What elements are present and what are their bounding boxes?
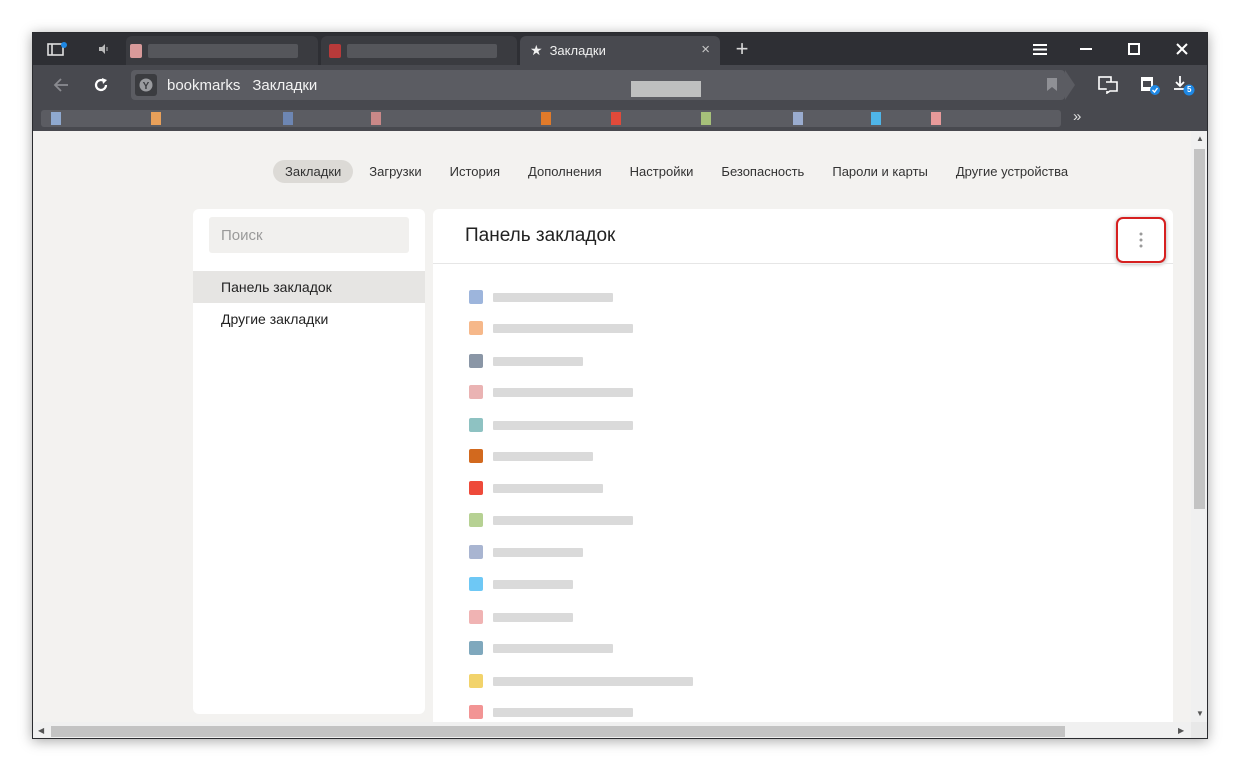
list-item[interactable] xyxy=(469,703,649,721)
list-item[interactable] xyxy=(469,383,649,401)
browser-window: ★ Закладки × + Y bookmarks Закладки 5 » … xyxy=(32,32,1208,739)
scroll-right-icon[interactable]: ▶ xyxy=(1178,726,1184,735)
toolbar: Y bookmarks Закладки 5 xyxy=(33,65,1207,105)
more-vertical-icon xyxy=(1139,232,1143,248)
bookmarks-overflow-button[interactable]: » xyxy=(1073,108,1081,125)
bookmark-chip[interactable] xyxy=(931,112,941,125)
tab-extensions[interactable]: Дополнения xyxy=(516,160,614,183)
folders-sidebar: Панель закладок Другие закладки xyxy=(193,209,425,714)
bookmark-chip[interactable] xyxy=(371,112,381,125)
horizontal-scroll-thumb[interactable] xyxy=(51,726,1065,737)
vertical-scroll-thumb[interactable] xyxy=(1194,149,1205,509)
bookmark-chip[interactable] xyxy=(871,112,881,125)
page-title: Панель закладок xyxy=(465,225,616,246)
tab-security[interactable]: Безопасность xyxy=(709,160,816,183)
downloads-count-badge: 5 xyxy=(1187,85,1192,94)
more-options-button[interactable] xyxy=(1116,217,1166,263)
list-item[interactable] xyxy=(469,672,709,690)
list-item[interactable] xyxy=(469,511,649,529)
address-bar-arrow xyxy=(1065,70,1075,100)
list-item[interactable] xyxy=(469,416,649,434)
yandex-logo-icon: Y xyxy=(135,74,157,96)
audio-icon[interactable] xyxy=(91,33,117,65)
tab-title: Закладки xyxy=(549,43,606,58)
list-item[interactable] xyxy=(469,575,589,593)
star-icon: ★ xyxy=(530,42,543,58)
scroll-left-icon[interactable]: ◀ xyxy=(38,726,44,735)
maximize-icon[interactable] xyxy=(1111,33,1157,65)
search-input[interactable] xyxy=(209,217,409,253)
tab-active[interactable]: ★ Закладки × xyxy=(520,36,720,65)
bookmark-chip[interactable] xyxy=(793,112,803,125)
list-item[interactable] xyxy=(469,639,629,657)
svg-text:Y: Y xyxy=(143,81,150,92)
address-host: bookmarks xyxy=(167,76,241,94)
list-item[interactable] xyxy=(469,319,649,337)
tab-inactive-2[interactable] xyxy=(321,36,517,65)
tab-settings[interactable]: Настройки xyxy=(618,160,706,183)
bookmark-flag-icon[interactable] xyxy=(1047,78,1057,96)
horizontal-scrollbar[interactable]: ◀ ▶ xyxy=(33,722,1191,738)
bookmarks-bar: » xyxy=(33,105,1207,131)
extension-icon[interactable] xyxy=(1093,65,1123,105)
bookmarks-panel: Панель закладок xyxy=(433,209,1173,722)
bookmarks-page: Закладки Загрузки История Дополнения Нас… xyxy=(33,131,1191,722)
close-icon[interactable] xyxy=(1159,33,1205,65)
list-item[interactable] xyxy=(469,608,589,626)
reload-icon[interactable] xyxy=(89,65,113,105)
list-item[interactable] xyxy=(469,288,629,306)
list-item[interactable] xyxy=(469,352,599,370)
settings-nav: Закладки Загрузки История Дополнения Нас… xyxy=(273,160,1084,183)
tab-bar: ★ Закладки × + xyxy=(33,33,1207,65)
scroll-up-icon[interactable]: ▲ xyxy=(1196,134,1204,143)
bookmark-chip[interactable] xyxy=(151,112,161,125)
tab-inactive-1[interactable] xyxy=(126,36,318,65)
bookmark-chip[interactable] xyxy=(541,112,551,125)
bookmark-chip[interactable] xyxy=(611,112,621,125)
tab-other-devices[interactable]: Другие устройства xyxy=(944,160,1080,183)
minimize-icon[interactable] xyxy=(1063,33,1109,65)
title-divider xyxy=(433,263,1173,264)
back-icon[interactable] xyxy=(49,65,73,105)
list-item[interactable] xyxy=(469,479,629,497)
tab-history[interactable]: История xyxy=(438,160,512,183)
tabs-panel-icon[interactable] xyxy=(43,33,71,65)
collections-icon[interactable] xyxy=(1135,65,1165,105)
vertical-scrollbar[interactable]: ▲ ▼ xyxy=(1191,131,1207,722)
list-item[interactable] xyxy=(469,447,609,465)
tab-passwords[interactable]: Пароли и карты xyxy=(820,160,940,183)
list-item[interactable] xyxy=(469,543,599,561)
address-bar[interactable]: Y bookmarks Закладки xyxy=(131,70,1065,100)
address-blurred-chip xyxy=(631,81,701,97)
bookmark-chip[interactable] xyxy=(51,112,61,125)
bookmark-chip[interactable] xyxy=(701,112,711,125)
new-tab-button[interactable]: + xyxy=(729,33,755,65)
downloads-icon[interactable]: 5 xyxy=(1169,65,1199,105)
sidebar-item-bookmarks-bar[interactable]: Панель закладок xyxy=(193,271,425,303)
address-page-title: Закладки xyxy=(252,76,318,94)
tab-close-icon[interactable]: × xyxy=(701,41,710,58)
menu-icon[interactable] xyxy=(1017,33,1063,65)
scrollbar-corner xyxy=(1191,722,1207,738)
sidebar-item-other-bookmarks[interactable]: Другие закладки xyxy=(193,303,425,335)
tab-bookmarks[interactable]: Закладки xyxy=(273,160,354,183)
bookmark-chip[interactable] xyxy=(283,112,293,125)
scroll-down-icon[interactable]: ▼ xyxy=(1196,709,1204,718)
bookmarks-bar-items[interactable] xyxy=(41,110,1061,127)
tab-downloads[interactable]: Загрузки xyxy=(357,160,433,183)
